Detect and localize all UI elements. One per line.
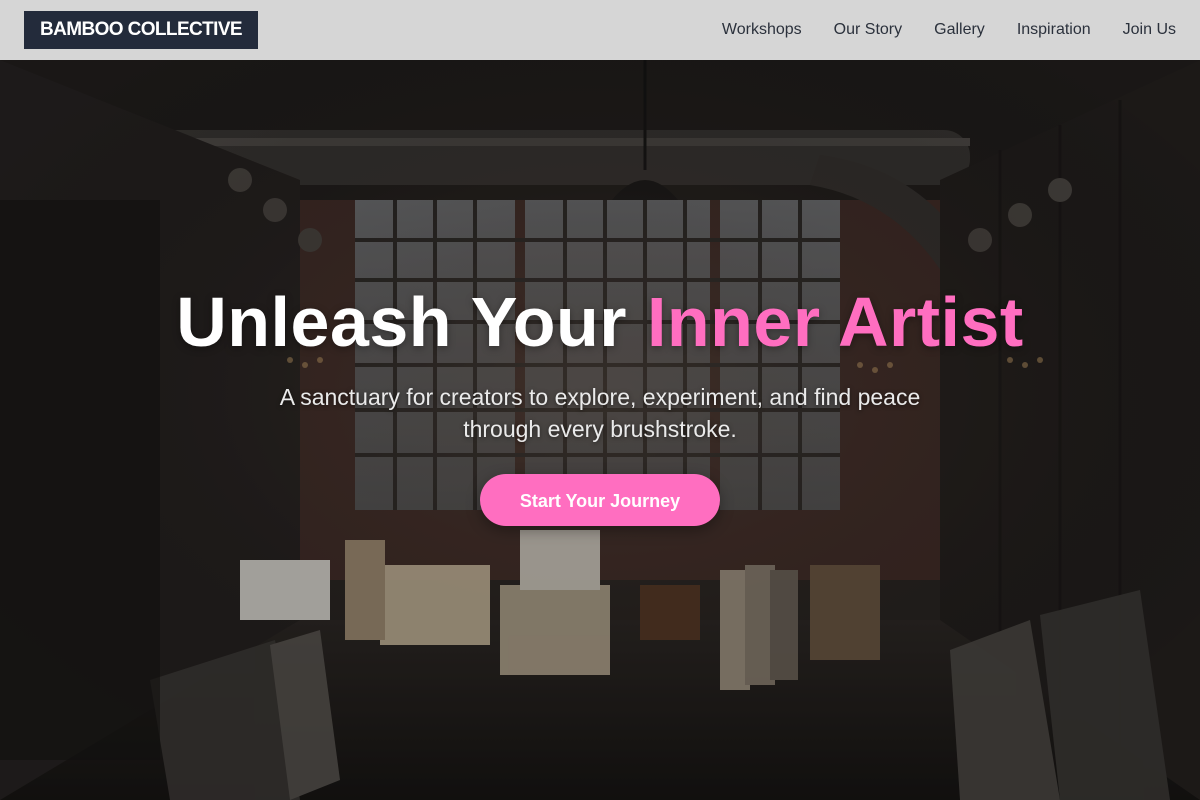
main-nav: Workshops Our Story Gallery Inspiration … xyxy=(722,21,1176,39)
site-header: BAMBOO COLLECTIVE Workshops Our Story Ga… xyxy=(0,0,1200,60)
nav-our-story[interactable]: Our Story xyxy=(834,21,902,39)
hero-title-accent: Inner Artist xyxy=(646,283,1024,361)
hero-title-main: Unleash Your xyxy=(176,283,647,361)
start-journey-button[interactable]: Start Your Journey xyxy=(480,474,720,526)
nav-workshops[interactable]: Workshops xyxy=(722,21,802,39)
nav-gallery[interactable]: Gallery xyxy=(934,21,985,39)
hero-subtitle: A sanctuary for creators to explore, exp… xyxy=(279,384,921,442)
landing-page: BAMBOO COLLECTIVE Workshops Our Story Ga… xyxy=(0,0,1200,800)
hero-title: Unleash Your Inner Artist xyxy=(0,282,1200,362)
site-logo[interactable]: BAMBOO COLLECTIVE xyxy=(24,11,258,49)
nav-inspiration[interactable]: Inspiration xyxy=(1017,21,1091,39)
nav-join-us[interactable]: Join Us xyxy=(1123,21,1176,39)
